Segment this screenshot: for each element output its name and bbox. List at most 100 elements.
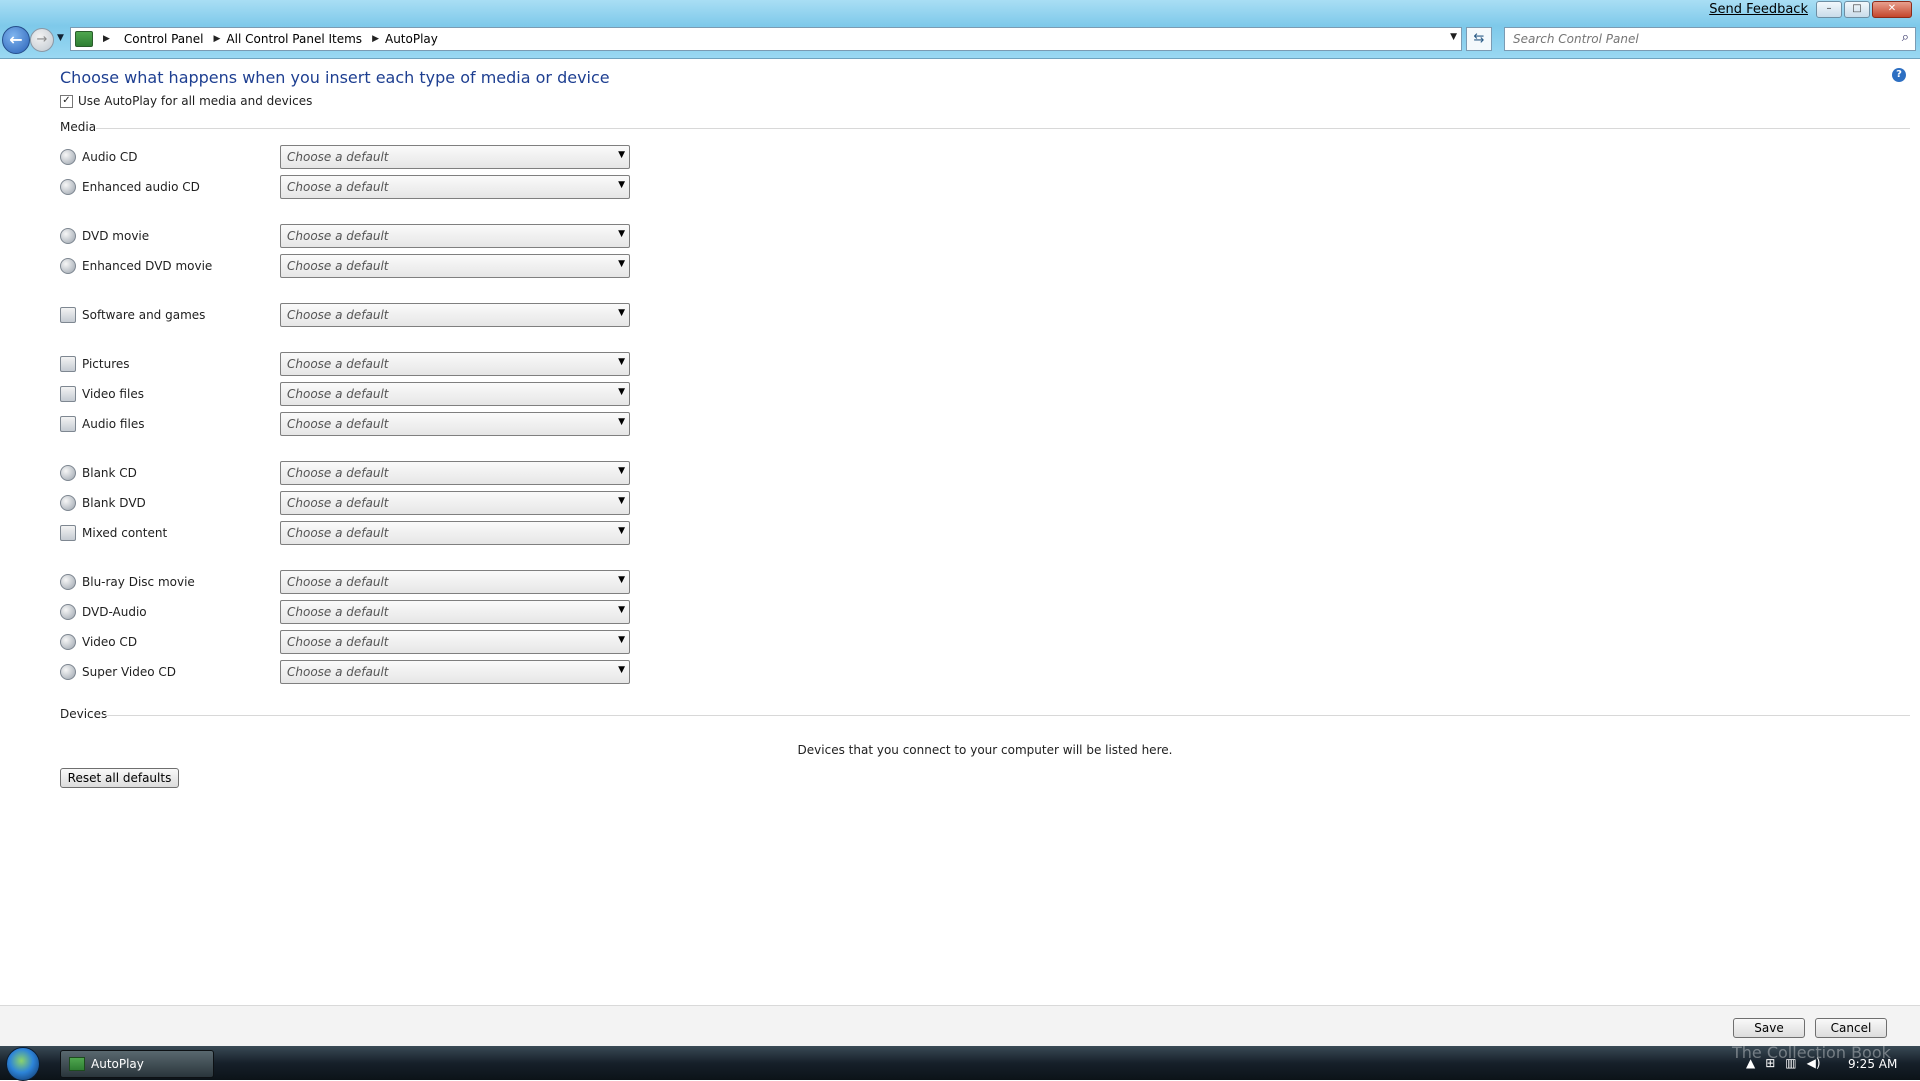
media-type-label: Video CD bbox=[82, 635, 138, 649]
breadcrumb-separator[interactable]: ▶ bbox=[214, 34, 221, 44]
media-type-icon bbox=[60, 634, 76, 650]
media-row: Blank CD Choose a default ▼ bbox=[60, 461, 630, 485]
dropdown-value: Choose a default bbox=[287, 605, 389, 619]
search-input[interactable] bbox=[1511, 28, 1885, 50]
chevron-down-icon[interactable]: ▼ bbox=[618, 259, 625, 269]
media-type-label: Audio files bbox=[82, 417, 145, 431]
dropdown-value: Choose a default bbox=[287, 259, 389, 273]
media-type-label: Enhanced audio CD bbox=[82, 180, 200, 194]
chevron-down-icon[interactable]: ▼ bbox=[618, 308, 625, 318]
dropdown-value: Choose a default bbox=[287, 180, 389, 194]
media-type-label: Enhanced DVD movie bbox=[82, 259, 213, 273]
address-dropdown-icon[interactable]: ▼ bbox=[1450, 32, 1457, 42]
taskbar bbox=[0, 1046, 1920, 1080]
chevron-down-icon[interactable]: ▼ bbox=[618, 575, 625, 585]
media-type-icon bbox=[60, 179, 76, 195]
search-icon[interactable]: ⌕ bbox=[1902, 30, 1909, 45]
close-button[interactable]: ✕ bbox=[1872, 1, 1912, 18]
autoplay-checkbox-row[interactable]: ✓ Use AutoPlay for all media and devices bbox=[60, 94, 312, 108]
chevron-down-icon[interactable]: ▼ bbox=[618, 605, 625, 615]
media-type-label: Super Video CD bbox=[82, 665, 177, 679]
default-action-dropdown[interactable]: Choose a default ▼ bbox=[280, 145, 630, 169]
default-action-dropdown[interactable]: Choose a default ▼ bbox=[280, 521, 630, 545]
minimize-button[interactable]: – bbox=[1816, 1, 1842, 18]
back-button[interactable]: ← bbox=[2, 26, 30, 54]
devices-empty-message: Devices that you connect to your compute… bbox=[797, 743, 1173, 757]
chevron-down-icon[interactable]: ▼ bbox=[618, 635, 625, 645]
autoplay-app-icon bbox=[69, 1057, 85, 1071]
chevron-down-icon[interactable]: ▼ bbox=[618, 357, 625, 367]
dropdown-value: Choose a default bbox=[287, 665, 389, 679]
network-icon[interactable]: ⊞ bbox=[1765, 1056, 1775, 1070]
default-action-dropdown[interactable]: Choose a default ▼ bbox=[280, 491, 630, 515]
media-row: Mixed content Choose a default ▼ bbox=[60, 521, 630, 545]
breadcrumb-separator[interactable]: ▶ bbox=[103, 34, 110, 44]
media-row: DVD-Audio Choose a default ▼ bbox=[60, 600, 630, 624]
media-type-label: Blank DVD bbox=[82, 496, 146, 510]
default-action-dropdown[interactable]: Choose a default ▼ bbox=[280, 382, 630, 406]
default-action-dropdown[interactable]: Choose a default ▼ bbox=[280, 303, 630, 327]
search-box[interactable]: ⌕ bbox=[1504, 27, 1916, 51]
media-row: Super Video CD Choose a default ▼ bbox=[60, 660, 630, 684]
chevron-down-icon[interactable]: ▼ bbox=[618, 526, 625, 536]
media-row: Software and games Choose a default ▼ bbox=[60, 303, 630, 327]
address-bar[interactable]: ▶ Control Panel ▶ All Control Panel Item… bbox=[70, 27, 1462, 51]
default-action-dropdown[interactable]: Choose a default ▼ bbox=[280, 600, 630, 624]
default-action-dropdown[interactable]: Choose a default ▼ bbox=[280, 224, 630, 248]
default-action-dropdown[interactable]: Choose a default ▼ bbox=[280, 412, 630, 436]
show-hidden-icons-icon[interactable]: ▲ bbox=[1746, 1056, 1755, 1070]
breadcrumb-separator[interactable]: ▶ bbox=[372, 34, 379, 44]
default-action-dropdown[interactable]: Choose a default ▼ bbox=[280, 660, 630, 684]
autoplay-checkbox[interactable]: ✓ bbox=[60, 94, 73, 108]
media-type-icon bbox=[60, 604, 76, 620]
breadcrumb-control-panel[interactable]: Control Panel bbox=[124, 32, 204, 46]
cancel-button[interactable]: Cancel bbox=[1815, 1018, 1887, 1038]
reset-all-defaults-button[interactable]: Reset all defaults bbox=[60, 768, 179, 788]
media-type-label: Video files bbox=[82, 387, 144, 401]
chevron-down-icon[interactable]: ▼ bbox=[618, 417, 625, 427]
media-row: Audio CD Choose a default ▼ bbox=[60, 145, 630, 169]
default-action-dropdown[interactable]: Choose a default ▼ bbox=[280, 461, 630, 485]
chevron-down-icon[interactable]: ▼ bbox=[618, 466, 625, 476]
media-type-label: DVD movie bbox=[82, 229, 150, 243]
default-action-dropdown[interactable]: Choose a default ▼ bbox=[280, 630, 630, 654]
devices-section-title: Devices bbox=[60, 707, 108, 721]
default-action-dropdown[interactable]: Choose a default ▼ bbox=[280, 175, 630, 199]
dropdown-value: Choose a default bbox=[287, 466, 389, 480]
media-row: Blank DVD Choose a default ▼ bbox=[60, 491, 630, 515]
recent-pages-dropdown[interactable]: ▼ bbox=[57, 33, 64, 43]
dropdown-value: Choose a default bbox=[287, 526, 389, 540]
media-row: Audio files Choose a default ▼ bbox=[60, 412, 630, 436]
signal-icon[interactable]: ▥ bbox=[1785, 1056, 1796, 1070]
dropdown-value: Choose a default bbox=[287, 417, 389, 431]
send-feedback-link[interactable]: Send Feedback bbox=[1709, 2, 1808, 17]
media-type-icon bbox=[60, 495, 76, 511]
media-row: Blu-ray Disc movie Choose a default ▼ bbox=[60, 570, 630, 594]
default-action-dropdown[interactable]: Choose a default ▼ bbox=[280, 352, 630, 376]
restore-button[interactable]: □ bbox=[1844, 1, 1870, 18]
save-button[interactable]: Save bbox=[1733, 1018, 1805, 1038]
taskbar-item-autoplay[interactable]: AutoPlay bbox=[60, 1050, 214, 1078]
default-action-dropdown[interactable]: Choose a default ▼ bbox=[280, 254, 630, 278]
chevron-down-icon[interactable]: ▼ bbox=[618, 150, 625, 160]
forward-button[interactable]: → bbox=[30, 28, 54, 52]
chevron-down-icon[interactable]: ▼ bbox=[618, 387, 625, 397]
media-type-label: DVD-Audio bbox=[82, 605, 147, 619]
autoplay-checkbox-label[interactable]: Use AutoPlay for all media and devices bbox=[78, 94, 312, 108]
refresh-button[interactable]: ⇆ bbox=[1466, 27, 1492, 51]
start-button[interactable] bbox=[6, 1047, 40, 1081]
help-icon[interactable]: ? bbox=[1892, 68, 1906, 82]
chevron-down-icon[interactable]: ▼ bbox=[618, 496, 625, 506]
chevron-down-icon[interactable]: ▼ bbox=[618, 229, 625, 239]
breadcrumb-autoplay[interactable]: AutoPlay bbox=[385, 32, 438, 46]
default-action-dropdown[interactable]: Choose a default ▼ bbox=[280, 570, 630, 594]
volume-icon[interactable]: ◀) bbox=[1807, 1056, 1821, 1070]
taskbar-clock[interactable]: 9:25 AM bbox=[1848, 1057, 1897, 1071]
media-type-icon bbox=[60, 228, 76, 244]
media-row: Pictures Choose a default ▼ bbox=[60, 352, 630, 376]
media-row: Video files Choose a default ▼ bbox=[60, 382, 630, 406]
breadcrumb-all-items[interactable]: All Control Panel Items bbox=[226, 32, 362, 46]
dropdown-value: Choose a default bbox=[287, 496, 389, 510]
chevron-down-icon[interactable]: ▼ bbox=[618, 180, 625, 190]
chevron-down-icon[interactable]: ▼ bbox=[618, 665, 625, 675]
